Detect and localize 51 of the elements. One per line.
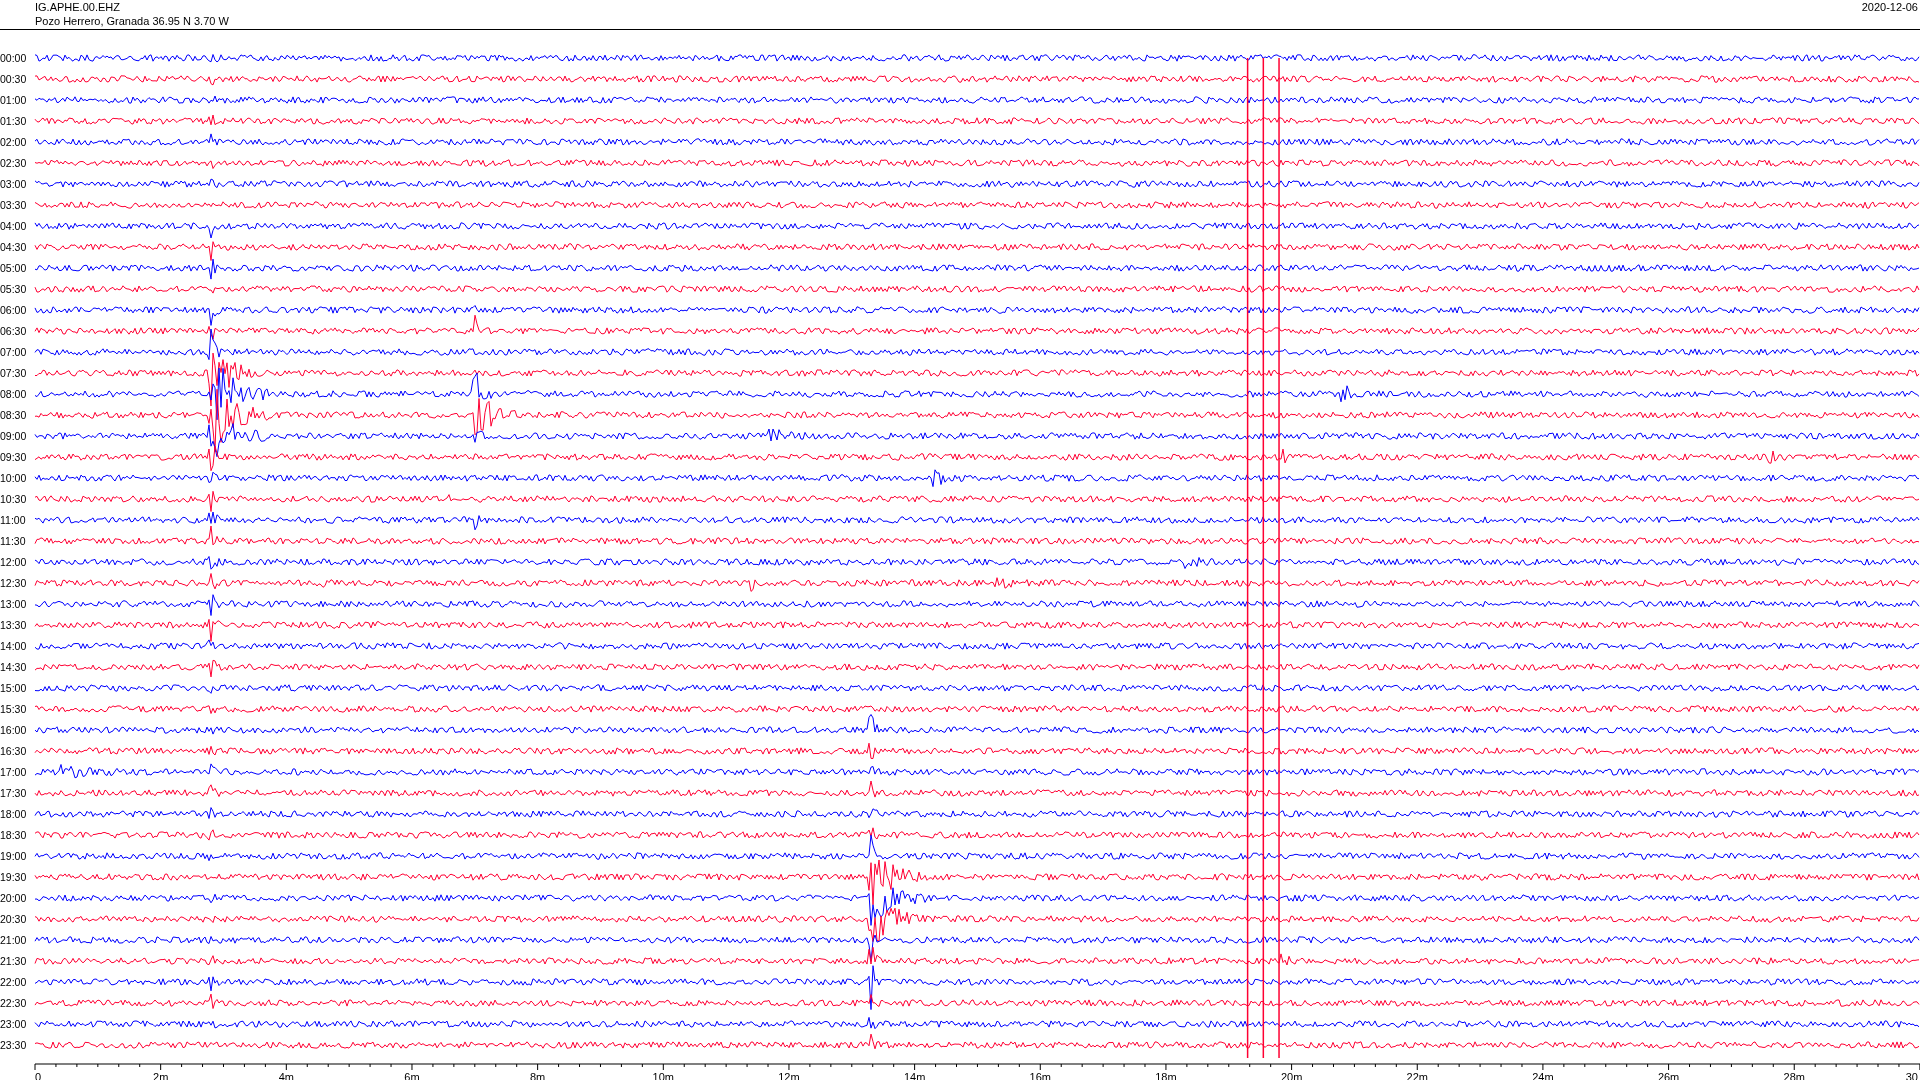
time-label: 09:00	[0, 428, 28, 444]
time-label: 03:30	[0, 197, 28, 213]
time-label: 10:00	[0, 470, 28, 486]
time-label: 23:00	[0, 1016, 28, 1032]
time-label: 19:30	[0, 869, 28, 885]
time-label: 16:00	[0, 722, 28, 738]
time-label: 02:30	[0, 155, 28, 171]
time-label: 14:30	[0, 659, 28, 675]
time-label: 18:00	[0, 806, 28, 822]
time-label: 12:00	[0, 554, 28, 570]
time-label: 14:00	[0, 638, 28, 654]
time-label: 00:30	[0, 71, 28, 87]
time-label: 12:30	[0, 575, 28, 591]
time-label: 04:00	[0, 218, 28, 234]
time-label: 06:30	[0, 323, 28, 339]
station-code: IG.APHE.00.EHZ	[35, 0, 121, 14]
time-label: 20:30	[0, 911, 28, 927]
time-label: 04:30	[0, 239, 28, 255]
time-label: 23:30	[0, 1037, 28, 1053]
time-label: 17:00	[0, 764, 28, 780]
time-label: 19:00	[0, 848, 28, 864]
time-label: 01:30	[0, 113, 28, 129]
time-label: 07:30	[0, 365, 28, 381]
time-label: 22:00	[0, 974, 28, 990]
time-label: 15:00	[0, 680, 28, 696]
time-label: 03:00	[0, 176, 28, 192]
time-label: 22:30	[0, 995, 28, 1011]
time-label: 20:00	[0, 890, 28, 906]
time-label: 09:30	[0, 449, 28, 465]
time-label: 01:00	[0, 92, 28, 108]
time-label: 07:00	[0, 344, 28, 360]
station-location: Pozo Herrero, Granada 36.95 N 3.70 W	[35, 14, 229, 28]
time-label: 08:00	[0, 386, 28, 402]
time-label: 00:00	[0, 50, 28, 66]
time-label: 16:30	[0, 743, 28, 759]
time-label: 13:30	[0, 617, 28, 633]
time-label: 06:00	[0, 302, 28, 318]
time-label: 02:00	[0, 134, 28, 150]
time-label: 10:30	[0, 491, 28, 507]
record-date: 2020-12-06	[1861, 0, 1918, 15]
time-label: 05:00	[0, 260, 28, 276]
time-label: 21:00	[0, 932, 28, 948]
time-label: 11:00	[0, 512, 27, 528]
time-label: 11:30	[0, 533, 27, 549]
time-label: 05:30	[0, 281, 28, 297]
time-label: 17:30	[0, 785, 28, 801]
time-label: 13:00	[0, 596, 28, 612]
time-label: 21:30	[0, 953, 28, 969]
time-label: 18:30	[0, 827, 28, 843]
time-label: 15:30	[0, 701, 28, 717]
time-label: 08:30	[0, 407, 28, 423]
